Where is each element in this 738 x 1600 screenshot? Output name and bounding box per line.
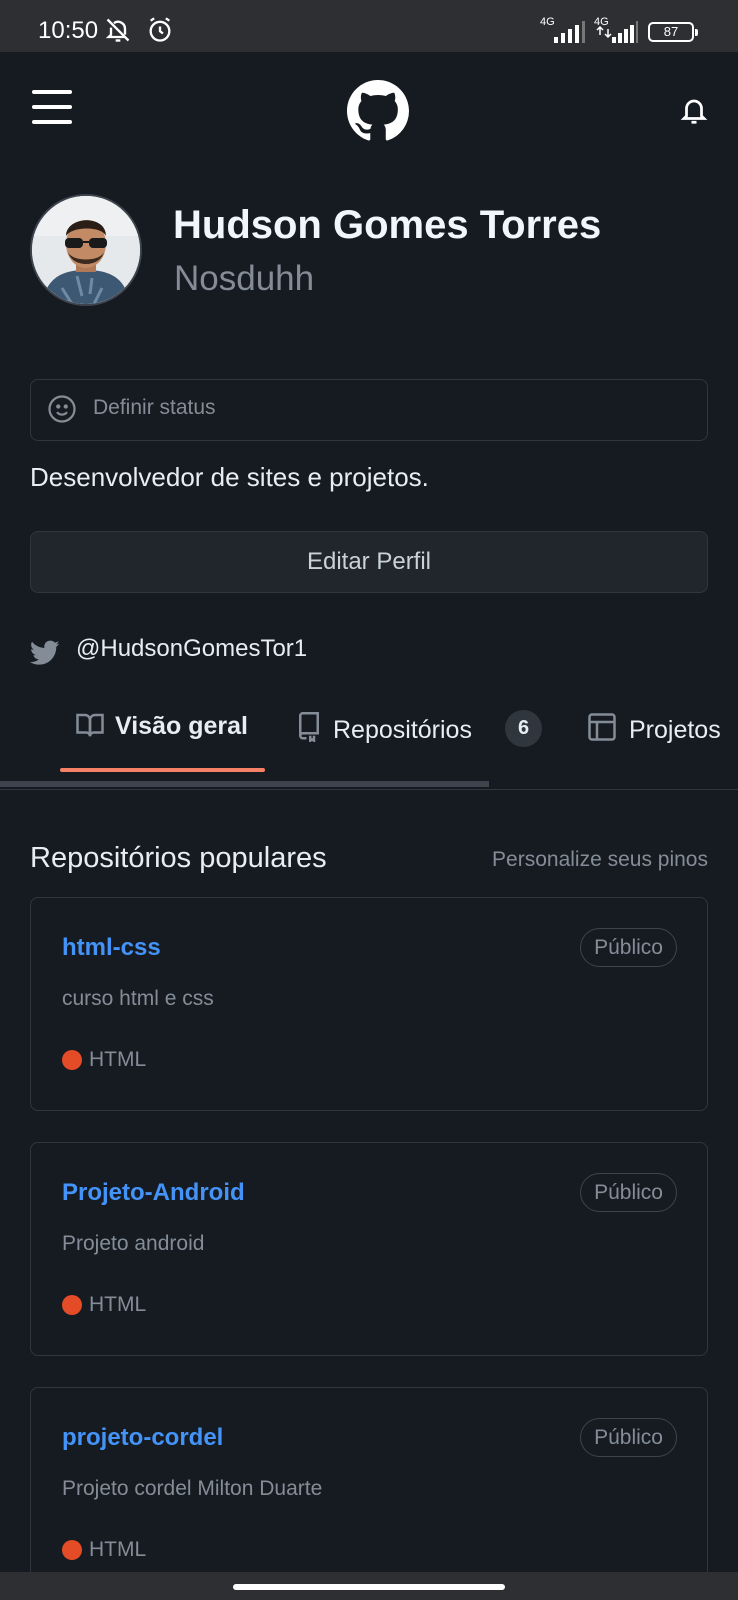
status-time: 10:50 bbox=[38, 17, 99, 44]
repo-icon bbox=[297, 712, 321, 749]
notifications-icon[interactable] bbox=[679, 94, 709, 132]
active-tab-indicator bbox=[60, 768, 265, 772]
visibility-badge: Público bbox=[580, 928, 677, 967]
twitter-handle-link[interactable]: @HudsonGomesTor1 bbox=[76, 635, 307, 663]
table-icon bbox=[587, 712, 617, 749]
signal-icon bbox=[552, 20, 586, 48]
twitter-icon bbox=[29, 640, 60, 670]
repo-name-link[interactable]: html-css bbox=[62, 934, 161, 962]
tab-projects-label: Projetos bbox=[629, 716, 721, 744]
bell-off-icon bbox=[104, 16, 132, 48]
tab-repositories[interactable]: Repositórios bbox=[297, 712, 472, 749]
repo-name-link[interactable]: projeto-cordel bbox=[62, 1424, 223, 1452]
repo-name-link[interactable]: Projeto-Android bbox=[62, 1179, 245, 1207]
profile-full-name: Hudson Gomes Torres bbox=[173, 203, 602, 247]
repo-description: curso html e css bbox=[62, 987, 214, 1010]
visibility-badge: Público bbox=[580, 1418, 677, 1457]
avatar[interactable] bbox=[30, 194, 142, 306]
github-logo-icon[interactable] bbox=[347, 80, 409, 146]
tab-scroll-indicator bbox=[0, 781, 489, 787]
tab-overview[interactable]: Visão geral bbox=[75, 712, 248, 745]
customize-pins-link[interactable]: Personalize seus pinos bbox=[492, 848, 708, 872]
edit-profile-button[interactable]: Editar Perfil bbox=[30, 531, 708, 593]
battery-level: 87 bbox=[663, 24, 679, 39]
gesture-bar bbox=[0, 1572, 738, 1600]
repo-card[interactable]: html-css Público curso html e css HTML bbox=[30, 897, 708, 1111]
language-color-dot bbox=[62, 1050, 82, 1070]
set-status-placeholder: Definir status bbox=[93, 396, 216, 419]
visibility-badge: Público bbox=[580, 1173, 677, 1212]
smiley-icon bbox=[47, 394, 77, 428]
repo-language: HTML bbox=[89, 1048, 147, 1071]
set-status-button[interactable]: Definir status bbox=[30, 379, 708, 441]
repo-description: Projeto cordel Milton Duarte bbox=[62, 1477, 323, 1500]
book-icon bbox=[75, 712, 105, 745]
menu-icon[interactable] bbox=[32, 90, 72, 128]
repo-card[interactable]: Projeto-Android Público Projeto android … bbox=[30, 1142, 708, 1356]
alarm-icon bbox=[146, 16, 174, 48]
tab-overview-label: Visão geral bbox=[115, 712, 248, 740]
home-indicator[interactable] bbox=[233, 1584, 505, 1590]
language-color-dot bbox=[62, 1540, 82, 1560]
signal-icon bbox=[594, 20, 638, 48]
status-bar: 10:50 4G 4G 87 bbox=[0, 0, 738, 52]
tab-repositories-label: Repositórios bbox=[333, 716, 472, 744]
repo-card[interactable]: projeto-cordel Público Projeto cordel Mi… bbox=[30, 1387, 708, 1600]
tab-projects[interactable]: Projetos bbox=[587, 712, 721, 749]
repo-description: Projeto android bbox=[62, 1232, 205, 1255]
battery-icon: 87 bbox=[648, 22, 698, 42]
repo-language: HTML bbox=[89, 1538, 147, 1561]
language-color-dot bbox=[62, 1295, 82, 1315]
repositories-count-badge: 6 bbox=[505, 710, 542, 747]
popular-repos-title: Repositórios populares bbox=[30, 842, 327, 874]
repo-language: HTML bbox=[89, 1293, 147, 1316]
profile-tabs: Visão geral Repositórios 6 Projetos bbox=[0, 686, 738, 790]
profile-bio: Desenvolvedor de sites e projetos. bbox=[30, 462, 429, 492]
profile-login: Nosduhh bbox=[174, 259, 315, 298]
